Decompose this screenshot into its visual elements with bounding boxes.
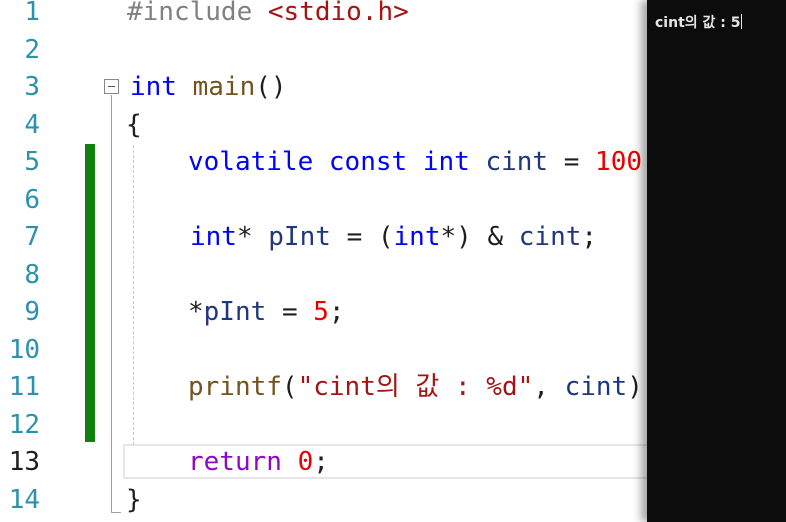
code-line-4[interactable]: { (126, 107, 142, 144)
code-line-5[interactable]: volatile const int cint = 100; (188, 144, 647, 181)
code-line-9[interactable]: *pInt = 5; (188, 294, 345, 331)
code-line-11[interactable]: printf("cint의 값 : %d", cint) (188, 369, 643, 406)
semicolon: ; (581, 222, 598, 252)
console-window[interactable]: cint의 값 : 5 (647, 0, 786, 522)
cast-type: int (393, 222, 441, 252)
return-keyword: return (188, 447, 282, 477)
open-paren: ( (281, 372, 298, 402)
line-number: 6 (24, 185, 40, 215)
address-operator: & (487, 222, 504, 252)
change-tracking-bar (85, 144, 95, 442)
open-paren: ( (377, 222, 394, 252)
line-number: 7 (24, 222, 40, 252)
console-output-text: cint의 값 : 5 (655, 15, 741, 31)
operator: = (281, 297, 298, 327)
type-keyword: int (130, 72, 177, 102)
variable-name: cint (564, 372, 628, 402)
code-line-3[interactable]: int main() (130, 69, 287, 106)
code-line-7[interactable]: int* pInt = (int*) & cint; (190, 219, 597, 256)
function-call: printf (188, 372, 282, 402)
line-number: 9 (24, 297, 40, 327)
function-name: main (192, 72, 256, 102)
volatile-keyword: volatile (188, 147, 314, 177)
operator: = (346, 222, 363, 252)
close-paren: ) (627, 372, 643, 402)
fold-guide (111, 95, 112, 513)
line-number: 14 (8, 485, 40, 515)
code-editor[interactable]: 1 2 3 4 5 6 7 8 9 10 11 12 13 14 #includ… (0, 0, 647, 522)
text-cursor (741, 14, 743, 29)
const-keyword: const (328, 147, 408, 177)
cast-close: *) (440, 222, 472, 252)
console-output: cint의 값 : 5 (655, 12, 743, 32)
variable-name: cint (518, 222, 582, 252)
string-literal: "cint의 값 : %d" (297, 372, 534, 402)
line-number: 11 (8, 372, 40, 402)
line-number: 10 (8, 335, 40, 365)
close-brace: } (126, 485, 142, 515)
line-number: 12 (8, 410, 40, 440)
semicolon: ; (328, 297, 345, 327)
variable-name: cint (485, 147, 549, 177)
operator: = (563, 147, 580, 177)
line-number: 8 (24, 260, 40, 290)
dereference-star: * (188, 297, 204, 327)
number-literal: 100 (595, 147, 643, 177)
pointer-star: * (236, 222, 253, 252)
number-literal: 5 (313, 297, 329, 327)
variable-name: pInt (203, 297, 267, 327)
indent-guide (133, 145, 134, 445)
type-keyword: int (422, 147, 470, 177)
include-header: <stdio.h> (267, 0, 409, 27)
number-literal: 0 (297, 447, 314, 477)
line-number: 2 (24, 35, 40, 65)
line-number-current: 13 (8, 447, 40, 477)
preprocessor-directive: #include (127, 0, 253, 27)
parens: () (255, 72, 287, 102)
line-number: 3 (24, 72, 40, 102)
semicolon: ; (313, 447, 329, 477)
type-keyword: int (190, 222, 237, 252)
code-line-13[interactable]: return 0; (188, 444, 329, 481)
fold-guide-end (111, 512, 121, 513)
code-line-1[interactable]: #include <stdio.h> (127, 0, 409, 31)
code-line-14[interactable]: } (126, 482, 142, 519)
open-brace: { (126, 110, 142, 140)
collapse-icon[interactable] (104, 79, 119, 94)
line-number: 1 (24, 0, 40, 27)
comma: , (533, 372, 549, 402)
line-number: 4 (24, 110, 40, 140)
line-number: 5 (24, 147, 40, 177)
variable-name: pInt (268, 222, 331, 252)
